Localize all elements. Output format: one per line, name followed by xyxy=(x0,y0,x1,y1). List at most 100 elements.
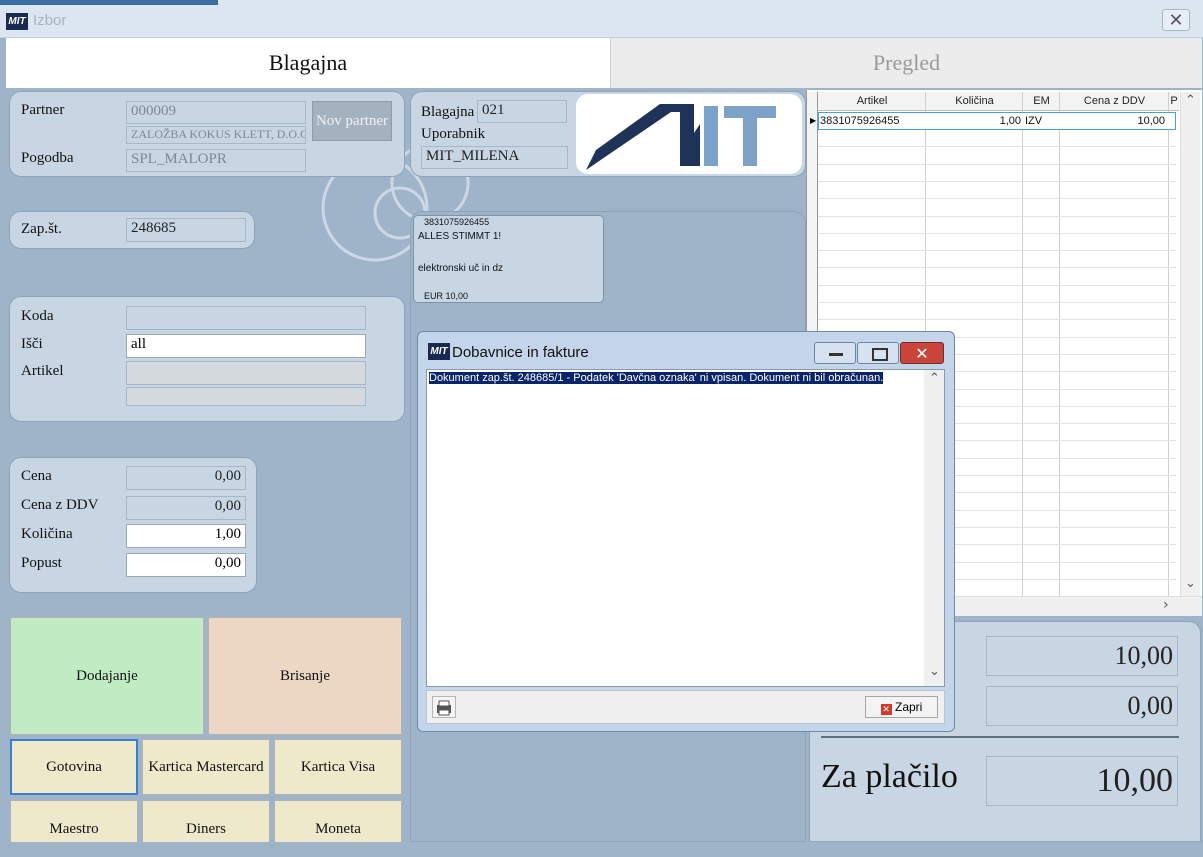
grid-row-line xyxy=(818,181,1176,182)
item-card-barcode: 3831075926455 xyxy=(424,217,490,227)
item-card-price: EUR 10,00 xyxy=(424,291,469,301)
grid-header-p[interactable]: P xyxy=(1169,92,1179,111)
minimize-icon xyxy=(829,353,843,356)
row-em: IZV xyxy=(1025,115,1043,127)
item-card-title: ALLES STIMMT 1! xyxy=(418,231,502,242)
dialog-message-text: Dokument zap.št. 248685/1 - Podatek 'Dav… xyxy=(429,372,884,384)
partner-label: Partner xyxy=(21,102,65,118)
payment-visa-button[interactable]: Kartica Visa xyxy=(274,739,402,795)
partner-code-field[interactable]: 000009 xyxy=(126,101,306,124)
price-field: 0,00 xyxy=(126,466,246,490)
totals-divider xyxy=(821,736,1179,738)
grid-col-divider xyxy=(1168,92,1169,596)
dialog-close-label: Zapri xyxy=(895,700,923,714)
add-button[interactable]: Dodajanje xyxy=(10,617,204,735)
grid-row-line xyxy=(818,216,1176,217)
register-field: 021 xyxy=(477,100,567,123)
maximize-icon xyxy=(872,348,888,361)
printer-icon xyxy=(437,700,451,716)
window-close-button[interactable]: ✕ xyxy=(1162,9,1190,31)
grid-row-line xyxy=(818,250,1176,251)
close-red-icon: ✕ xyxy=(880,704,892,715)
discount-label: Popust xyxy=(21,555,62,571)
price-vat-field: 0,00 xyxy=(126,496,246,520)
dialog-app-icon: MIT xyxy=(428,343,450,360)
grid-header-artikel[interactable]: Artikel xyxy=(818,92,926,111)
window-title: Izbor xyxy=(33,12,67,29)
quantity-label: Količina xyxy=(21,526,73,542)
item-card-desc: elektronski uč in dz xyxy=(418,263,504,274)
grid-vertical-scrollbar[interactable]: ⌃ ⌄ xyxy=(1180,92,1200,596)
taskbar-strip xyxy=(0,0,218,5)
scroll-down-icon[interactable]: ⌄ xyxy=(929,664,940,679)
grid-col-divider xyxy=(1022,92,1023,596)
row-price: 10,00 xyxy=(1137,115,1165,127)
dialog-close-button[interactable]: ✕ xyxy=(900,342,944,364)
document-number-field: 248685 xyxy=(126,218,246,242)
dialog-title: Dobavnice in fakture xyxy=(452,344,589,361)
payment-cash-button[interactable]: Gotovina xyxy=(10,739,138,795)
mit-logo-icon xyxy=(586,104,776,170)
print-button[interactable] xyxy=(432,696,456,718)
total-field: 10,00 xyxy=(986,636,1178,676)
grid-col-divider xyxy=(1059,92,1060,596)
grid-header-kolicina[interactable]: Količina xyxy=(926,92,1023,111)
row-pointer-icon: ▶ xyxy=(810,116,817,125)
user-label: Uporabnik xyxy=(421,126,486,142)
app-logo-icon: MIT xyxy=(6,13,28,30)
grid-header-price-vat[interactable]: Cena z DDV xyxy=(1060,92,1169,111)
user-field: MIT_MILENA xyxy=(421,146,568,169)
grid-row-line xyxy=(818,146,1176,147)
close-icon: ✕ xyxy=(915,344,929,363)
scroll-right-icon[interactable]: › xyxy=(1163,597,1169,613)
row-qty: 1,00 xyxy=(999,115,1021,127)
code-label: Koda xyxy=(21,308,54,324)
dialog-close-action-button[interactable]: ✕ Zapri xyxy=(865,696,938,718)
payment-mastercard-button[interactable]: Kartica Mastercard xyxy=(142,739,270,795)
search-input[interactable]: all xyxy=(126,334,366,358)
payment-moneta-button[interactable]: Moneta xyxy=(274,800,402,842)
scroll-up-icon[interactable]: ⌃ xyxy=(929,371,940,386)
dialog-message-box[interactable]: Dokument zap.št. 248685/1 - Podatek 'Dav… xyxy=(426,369,945,687)
article-label: Artikel xyxy=(21,363,64,379)
grid-row-line xyxy=(818,198,1176,199)
dialog-scrollbar[interactable]: ⌃ ⌄ xyxy=(924,370,944,686)
code-field[interactable] xyxy=(126,306,366,330)
partner-name-field: ZALOŽBA KOKUS KLETT, D.O.O. xyxy=(126,126,306,144)
total-secondary-field: 0,00 xyxy=(986,686,1178,726)
scroll-down-icon[interactable]: ⌄ xyxy=(1185,576,1196,591)
grid-row-line xyxy=(818,285,1176,286)
to-pay-label: Za plačilo xyxy=(821,758,958,795)
price-vat-label: Cena z DDV xyxy=(21,497,99,513)
new-partner-button[interactable]: Nov partner xyxy=(312,101,392,141)
grid-row-line xyxy=(818,164,1176,165)
tab-blagajna[interactable]: Blagajna xyxy=(6,38,610,88)
row-article: 3831075926455 xyxy=(820,115,900,127)
contract-field[interactable]: SPL_MALOPR xyxy=(126,149,306,172)
price-label: Cena xyxy=(21,468,52,484)
quantity-input[interactable]: 1,00 xyxy=(126,524,246,548)
article-field[interactable] xyxy=(126,361,366,385)
article-field-2 xyxy=(126,387,366,406)
grid-row-line xyxy=(818,267,1176,268)
item-card[interactable]: 3831075926455 ALLES STIMMT 1! elektronsk… xyxy=(413,215,604,303)
register-label: Blagajna xyxy=(421,104,475,120)
to-pay-field: 10,00 xyxy=(986,756,1178,806)
search-label: Išči xyxy=(21,336,43,352)
contract-label: Pogodba xyxy=(21,150,74,166)
document-number-label: Zap.št. xyxy=(21,221,62,237)
dialog-minimize-button[interactable] xyxy=(814,342,856,364)
tab-pregled[interactable]: Pregled xyxy=(610,38,1202,88)
discount-input[interactable]: 0,00 xyxy=(126,553,246,577)
window-titlebar xyxy=(0,0,1203,38)
grid-row-line xyxy=(818,319,1176,320)
grid-row-line xyxy=(818,233,1176,234)
dialog-maximize-button[interactable] xyxy=(857,342,899,364)
scroll-up-icon[interactable]: ⌃ xyxy=(1185,93,1196,108)
payment-maestro-button[interactable]: Maestro xyxy=(10,800,138,842)
mit-logo xyxy=(576,94,802,174)
payment-diners-button[interactable]: Diners xyxy=(142,800,270,842)
grid-header-em[interactable]: EM xyxy=(1023,92,1060,111)
delete-button[interactable]: Brisanje xyxy=(208,617,402,735)
grid-row-line xyxy=(818,302,1176,303)
